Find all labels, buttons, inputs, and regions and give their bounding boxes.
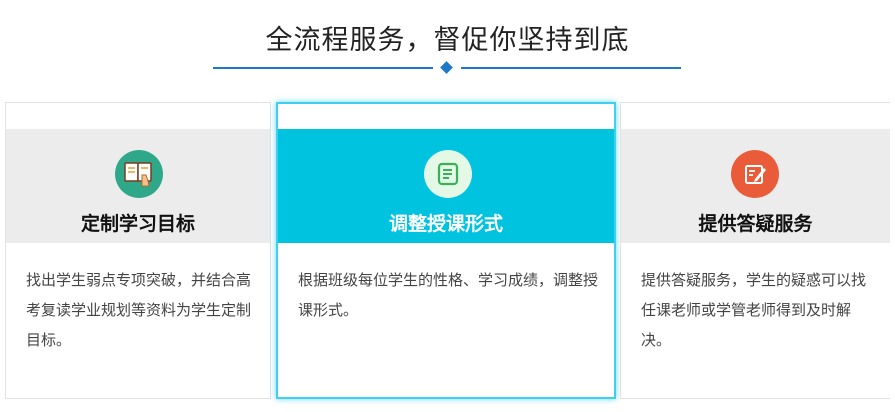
card-description: 找出学生弱点专项突破，并结合高考复读学业规划等资料为学生定制目标。 bbox=[26, 271, 252, 349]
service-card-teaching[interactable]: 调整授课形式 根据班级每位学生的性格、学习成绩，调整授课形式。 bbox=[276, 102, 616, 399]
card-title: 定制学习目标 bbox=[80, 213, 195, 235]
book-hand-icon bbox=[115, 150, 163, 198]
card-description: 提供答疑服务，学生的疑惑可以找任课老师或学管老师得到及时解决。 bbox=[641, 271, 867, 349]
title-divider-diamond bbox=[440, 61, 453, 74]
card-header: 调整授课形式 bbox=[278, 129, 614, 243]
title-divider-left bbox=[213, 67, 433, 69]
service-card-goal[interactable]: 定制学习目标 找出学生弱点专项突破，并结合高考复读学业规划等资料为学生定制目标。 bbox=[5, 102, 271, 399]
card-header: 定制学习目标 bbox=[6, 129, 270, 243]
section-title: 全流程服务，督促你坚持到底 bbox=[265, 25, 630, 56]
edit-note-icon bbox=[731, 150, 779, 198]
service-card-qa[interactable]: 提供答疑服务 提供答疑服务，学生的疑惑可以找任课老师或学管老师得到及时解决。 bbox=[620, 102, 890, 399]
notebook-icon bbox=[424, 150, 472, 198]
card-title: 提供答疑服务 bbox=[698, 213, 813, 235]
card-title: 调整授课形式 bbox=[388, 213, 503, 235]
card-description: 根据班级每位学生的性格、学习成绩，调整授课形式。 bbox=[298, 271, 599, 319]
card-header: 提供答疑服务 bbox=[621, 129, 890, 243]
title-divider-right bbox=[461, 67, 681, 69]
